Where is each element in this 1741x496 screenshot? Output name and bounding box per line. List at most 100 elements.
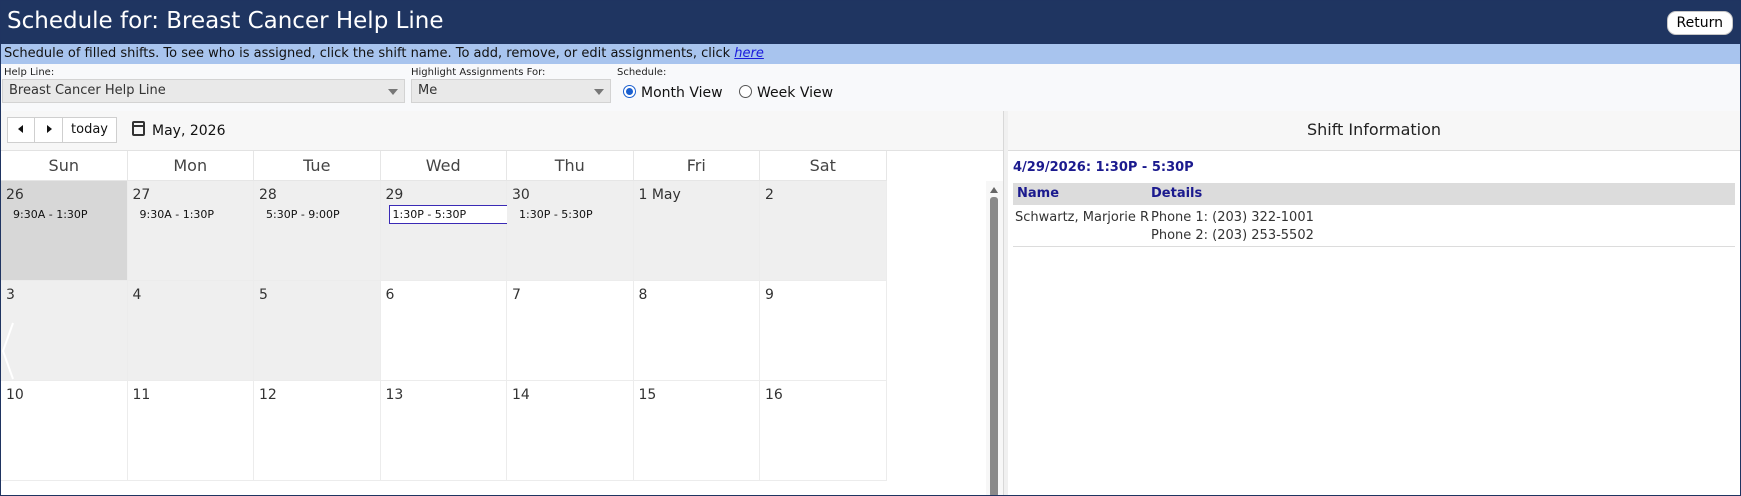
shift-event[interactable]: 5:30P - 9:00P: [262, 205, 344, 224]
month-view-label: Month View: [641, 85, 723, 101]
calendar-day-cell[interactable]: 8: [633, 281, 760, 381]
day-number: 8: [638, 287, 648, 303]
week-view-label: Week View: [757, 85, 834, 101]
day-number: 14: [512, 387, 530, 403]
info-text: Schedule of filled shifts. To see who is…: [4, 46, 735, 61]
highlight-value: Me: [418, 83, 438, 98]
prev-month-button[interactable]: [7, 117, 35, 143]
day-number: 27: [132, 187, 151, 203]
calendar-day-cell[interactable]: 12: [254, 381, 381, 481]
weekday-mon: Mon: [127, 151, 254, 181]
calendar-day-cell[interactable]: 27 9:30A - 1:30P: [127, 181, 254, 281]
triangle-right-icon: [46, 125, 52, 133]
day-number: 9: [765, 287, 774, 303]
weekday-sat: Sat: [760, 151, 887, 181]
calendar-day-cell[interactable]: 10: [1, 381, 128, 481]
return-button[interactable]: Return: [1666, 11, 1733, 35]
assignment-table: Name Details Schwartz, Marjorie R Phone …: [1013, 183, 1735, 247]
month-view-radio[interactable]: [623, 85, 636, 98]
help-line-select[interactable]: Breast Cancer Help Line: [2, 79, 405, 103]
day-number: 6: [385, 287, 395, 303]
calendar-day-cell[interactable]: 14: [507, 381, 634, 481]
column-name: Name: [1017, 186, 1060, 201]
table-row: Schwartz, Marjorie R Phone 1: (203) 322-…: [1013, 205, 1735, 247]
month-view-option[interactable]: Month View: [623, 85, 723, 101]
chevron-down-icon: [594, 89, 604, 95]
calendar-day-cell[interactable]: 15: [633, 381, 760, 481]
calendar-day-cell[interactable]: 9: [760, 281, 887, 381]
calendar: today May, 2026 Sun Mon Tue Wed Thu Fri Sat 26…: [1, 111, 1003, 495]
shift-info-heading: Shift Information: [1008, 111, 1740, 151]
selected-shift-title: 4/29/2026: 1:30P - 5:30P: [1013, 160, 1194, 175]
view-radio-group: Month View Week View: [623, 85, 845, 101]
today-button[interactable]: today: [62, 117, 117, 143]
chevron-left-icon: [1, 322, 14, 380]
day-number: 26: [6, 187, 24, 203]
day-number: 7: [512, 287, 521, 303]
phone-2: Phone 2: (203) 253-5502: [1151, 228, 1314, 243]
day-number: 10: [6, 387, 24, 403]
day-number: 15: [638, 387, 657, 403]
chevron-down-icon: [388, 89, 398, 95]
highlight-label: Highlight Assignments For:: [411, 67, 546, 78]
calendar-day-cell[interactable]: 5: [254, 281, 381, 381]
day-number: 3: [6, 287, 15, 303]
day-number: 30: [512, 187, 530, 203]
day-number: 12: [259, 387, 277, 403]
assignee-name: Schwartz, Marjorie R: [1015, 210, 1149, 225]
calendar-day-cell[interactable]: 1 May: [633, 181, 760, 281]
title-bar: Schedule for: Breast Cancer Help Line Re…: [1, 1, 1740, 44]
weekday-thu: Thu: [507, 151, 634, 181]
month-label: May, 2026: [152, 123, 226, 139]
calendar-day-cell[interactable]: 2: [760, 181, 887, 281]
day-number: 29: [385, 187, 404, 203]
table-header: Name Details: [1013, 183, 1735, 205]
calendar-day-cell[interactable]: 3: [1, 281, 128, 381]
shift-event[interactable]: 9:30A - 1:30P: [9, 205, 92, 224]
calendar-day-cell[interactable]: 7: [507, 281, 634, 381]
calendar-day-cell[interactable]: 29 1:30P - 5:30P: [380, 181, 513, 281]
phone-1: Phone 1: (203) 322-1001: [1151, 210, 1314, 225]
weekday-tue: Tue: [254, 151, 381, 181]
calendar-icon[interactable]: [132, 121, 145, 136]
next-month-button[interactable]: [34, 117, 63, 143]
weekday-fri: Fri: [633, 151, 760, 181]
info-bar: Schedule of filled shifts. To see who is…: [1, 44, 1740, 64]
triangle-left-icon: [18, 125, 23, 133]
calendar-day-cell[interactable]: 16: [760, 381, 887, 481]
scrollbar-thumb[interactable]: [990, 197, 998, 495]
week-view-radio[interactable]: [739, 85, 753, 98]
day-number: 16: [765, 387, 783, 403]
day-number: 13: [385, 387, 404, 403]
calendar-day-cell[interactable]: 6: [380, 281, 507, 381]
shift-event[interactable]: 1:30P - 5:30P: [388, 205, 513, 224]
shift-event[interactable]: 1:30P - 5:30P: [515, 205, 597, 224]
help-line-value: Breast Cancer Help Line: [9, 83, 166, 98]
calendar-day-cell[interactable]: 11: [127, 381, 254, 481]
filter-bar: Help Line: Breast Cancer Help Line Highl…: [1, 64, 1740, 111]
calendar-day-cell[interactable]: 28 5:30P - 9:00P: [254, 181, 381, 281]
calendar-toolbar: today May, 2026: [1, 111, 1003, 151]
calendar-day-cell[interactable]: 30 1:30P - 5:30P: [507, 181, 634, 281]
weekday-wed: Wed: [380, 151, 507, 181]
scroll-up-icon[interactable]: [990, 187, 998, 193]
column-details: Details: [1151, 186, 1203, 201]
shift-event[interactable]: 9:30A - 1:30P: [136, 205, 219, 224]
schedule-label: Schedule:: [617, 67, 667, 78]
calendar-scrollbar[interactable]: [986, 181, 1003, 495]
day-number: 11: [132, 387, 151, 403]
day-number: 1 May: [638, 187, 681, 203]
calendar-day-cell[interactable]: 26 9:30A - 1:30P: [1, 181, 128, 281]
highlight-select[interactable]: Me: [411, 79, 611, 103]
day-number: 28: [259, 187, 277, 203]
edit-assignments-link[interactable]: here: [734, 46, 764, 61]
day-number: 4: [132, 287, 142, 303]
weekday-sun: Sun: [1, 151, 128, 181]
calendar-day-cell[interactable]: 4: [127, 281, 254, 381]
day-number: 5: [259, 287, 268, 303]
shift-info-panel: Shift Information 4/29/2026: 1:30P - 5:3…: [1008, 111, 1740, 495]
help-line-label: Help Line:: [4, 67, 55, 78]
week-view-option[interactable]: Week View: [739, 85, 833, 101]
calendar-day-cell[interactable]: 13: [380, 381, 507, 481]
app-window: Schedule for: Breast Cancer Help Line Re…: [0, 0, 1741, 496]
